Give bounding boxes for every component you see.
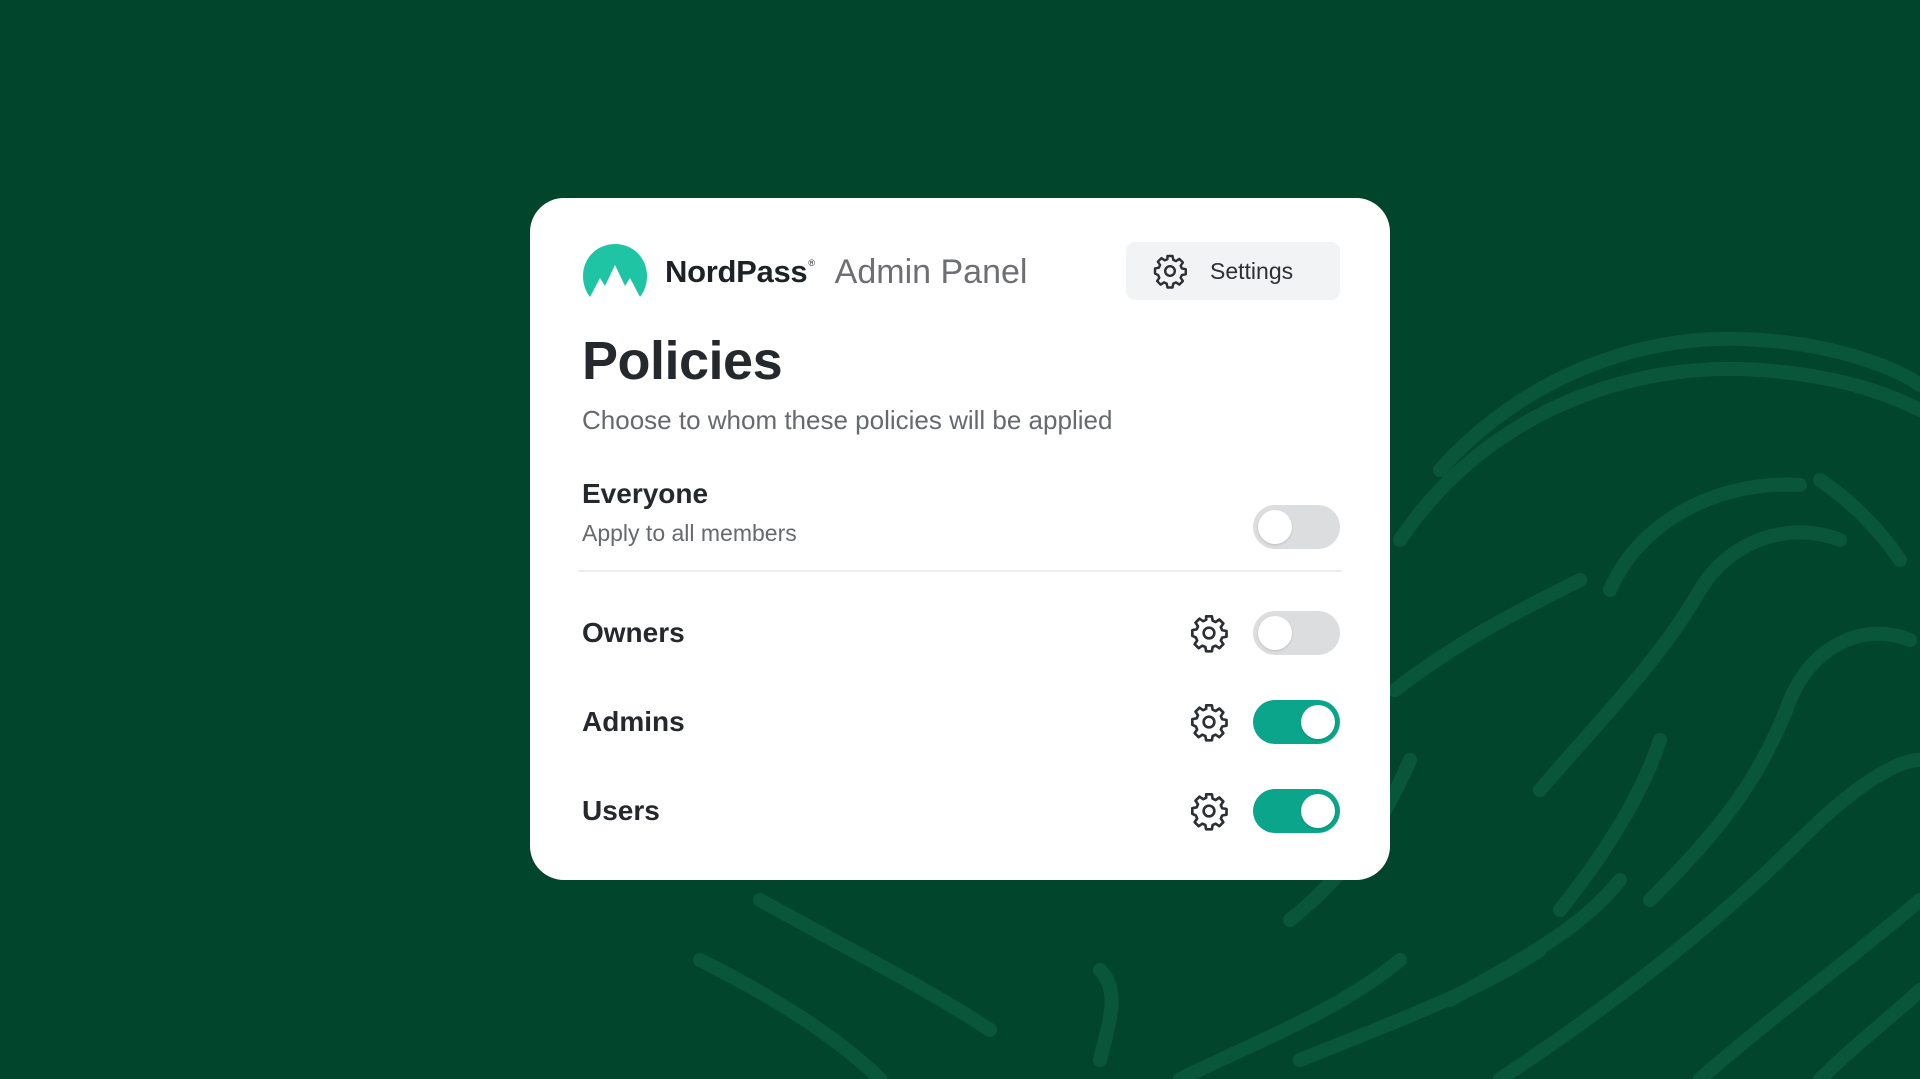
everyone-row: Everyone Apply to all members	[578, 478, 1342, 572]
settings-button[interactable]: Settings	[1126, 242, 1340, 300]
group-row-admins: Admins	[582, 677, 1340, 766]
gear-icon[interactable]	[1189, 613, 1229, 653]
registered-mark: ®	[808, 258, 815, 268]
settings-button-label: Settings	[1210, 257, 1294, 284]
nordpass-logo-icon	[583, 244, 647, 297]
toggle-knob	[1301, 793, 1335, 828]
owners-toggle[interactable]	[1253, 610, 1340, 655]
policies-card: NordPass® Admin Panel Settings Policies …	[530, 198, 1390, 880]
toggle-knob	[1301, 704, 1335, 739]
toggle-knob	[1258, 615, 1292, 650]
everyone-label: Everyone	[582, 478, 709, 509]
page-title: Policies	[582, 331, 783, 391]
gear-icon	[1153, 254, 1187, 289]
admin-panel-title: Admin Panel	[834, 252, 1028, 291]
group-row-users: Users	[582, 766, 1340, 855]
users-toggle[interactable]	[1253, 788, 1340, 833]
gear-icon[interactable]	[1189, 791, 1229, 831]
everyone-toggle[interactable]	[1253, 505, 1340, 549]
page-subtitle: Choose to whom these policies will be ap…	[582, 405, 1113, 435]
group-row-owners: Owners	[582, 588, 1340, 677]
group-label: Owners	[582, 616, 685, 648]
everyone-description: Apply to all members	[582, 520, 797, 546]
gear-icon[interactable]	[1189, 702, 1229, 742]
card-header: NordPass® Admin Panel Settings	[582, 242, 1340, 302]
group-label: Admins	[582, 705, 685, 737]
brand-name: NordPass®	[665, 254, 815, 289]
admins-toggle[interactable]	[1253, 699, 1340, 744]
group-label: Users	[582, 794, 660, 826]
toggle-knob	[1258, 510, 1292, 544]
